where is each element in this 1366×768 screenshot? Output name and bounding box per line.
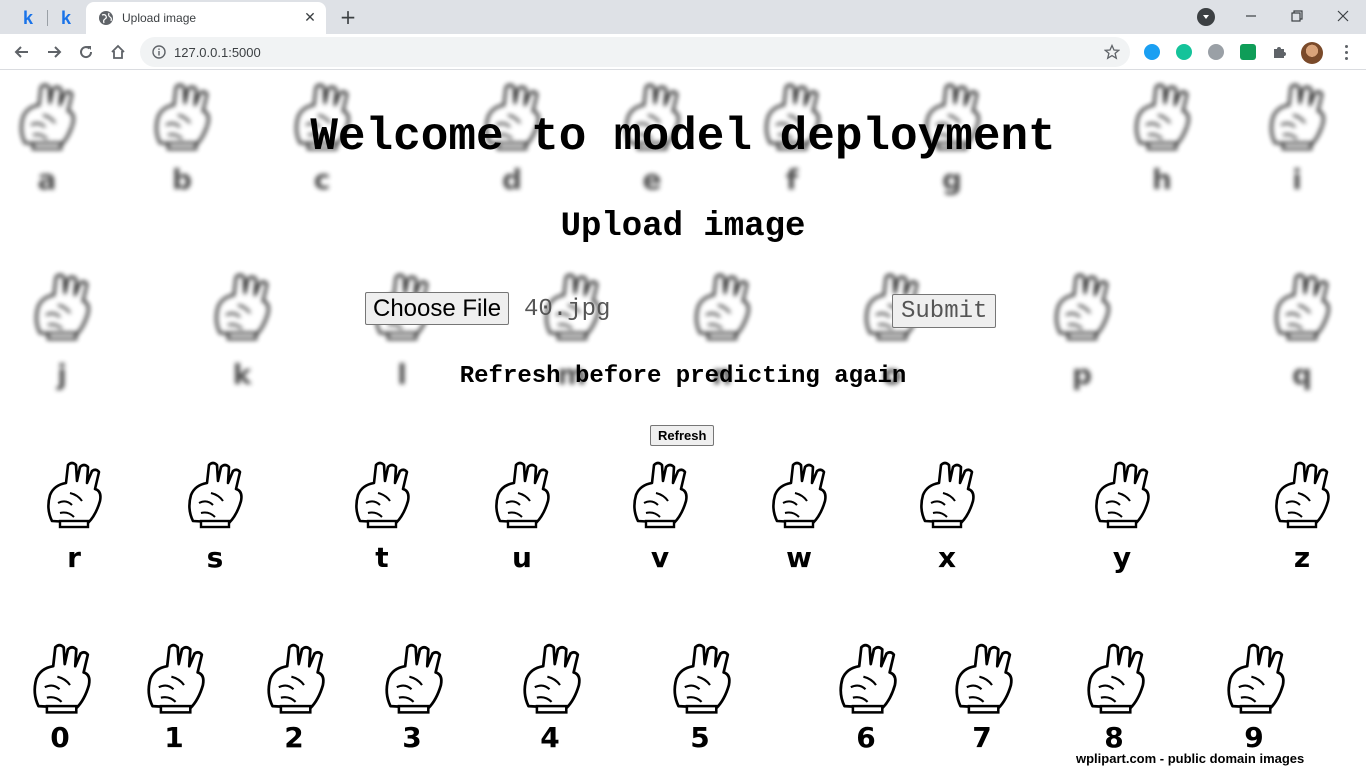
hand-sign-t-icon	[355, 461, 410, 529]
pinned-tab[interactable]: k	[10, 4, 46, 32]
hand-sign-y-icon	[1095, 461, 1150, 529]
hand-sign-label: h	[1152, 163, 1172, 196]
restore-button[interactable]	[1274, 0, 1320, 32]
avatar[interactable]	[1301, 42, 1323, 64]
hand-sign-label: e	[642, 163, 662, 196]
hand-sign-3-icon	[385, 643, 443, 714]
hand-sign-label: 9	[1244, 721, 1264, 754]
hand-sign-label: v	[650, 541, 670, 574]
hand-sign-label: b	[171, 163, 193, 196]
hand-sign-w-icon	[772, 461, 827, 529]
hand-sign-1-icon	[147, 643, 205, 714]
hand-sign-label: 8	[1104, 721, 1124, 754]
tab-search-icon[interactable]	[1197, 8, 1215, 26]
choose-file-button[interactable]: Choose File	[365, 292, 510, 325]
hand-sign-v-icon	[633, 461, 688, 529]
tab-bar: k k Upload image ✕ +	[0, 0, 1366, 34]
hand-sign-label: d	[501, 163, 523, 196]
globe-icon	[99, 11, 113, 25]
hand-sign-7-icon	[955, 643, 1013, 714]
hand-sign-label: s	[206, 541, 224, 574]
hand-sign-label: r	[67, 541, 81, 574]
hand-sign-p-icon	[1055, 273, 1110, 341]
hand-sign-label: c	[313, 163, 331, 196]
extension-icon[interactable]	[1240, 44, 1256, 60]
hand-sign-label: u	[512, 541, 532, 574]
submit-button[interactable]: Submit	[892, 294, 997, 328]
hand-sign-j-icon	[35, 273, 90, 341]
menu-dots-icon[interactable]	[1336, 42, 1356, 62]
arrow-left-icon	[14, 46, 28, 58]
refresh-button[interactable]: Refresh	[650, 425, 715, 446]
hand-sign-label: 5	[690, 721, 710, 754]
hand-sign-0-icon	[33, 643, 91, 714]
back-button[interactable]	[8, 38, 36, 66]
active-tab[interactable]: Upload image ✕	[86, 2, 326, 34]
extension-icon[interactable]	[1208, 44, 1224, 60]
hand-sign-n-icon	[695, 273, 750, 341]
hand-sign-q-icon	[1275, 273, 1330, 341]
hand-sign-label: a	[37, 163, 57, 196]
reload-icon	[80, 46, 93, 59]
url-text: 127.0.0.1:5000	[174, 44, 261, 60]
hand-sign-s-icon	[188, 461, 243, 529]
hand-sign-label: 0	[50, 721, 70, 754]
hand-sign-u-icon	[495, 461, 550, 529]
hand-sign-2-icon	[267, 643, 325, 714]
new-tab-button[interactable]: +	[336, 5, 360, 29]
hand-sign-label: x	[937, 541, 957, 574]
browser-toolbar: 127.0.0.1:5000	[0, 34, 1366, 70]
hand-sign-label: i	[1292, 163, 1302, 196]
tab-title: Upload image	[122, 11, 197, 25]
reload-button[interactable]	[72, 38, 100, 66]
hand-sign-x-icon	[920, 461, 975, 529]
puzzle-icon[interactable]	[1272, 44, 1288, 60]
hand-sign-label: 1	[164, 721, 184, 754]
arrow-right-icon	[48, 46, 62, 58]
hand-sign-label: g	[941, 163, 963, 196]
page-content: 9876543210zyxwvutsrqponmlkjihgfedcba Wel…	[0, 71, 1366, 768]
minimize-button[interactable]	[1228, 0, 1274, 32]
page-title: Welcome to model deployment	[310, 111, 1056, 163]
hand-sign-label: 4	[540, 721, 560, 754]
home-icon	[111, 44, 125, 59]
hand-sign-label: f	[785, 163, 799, 196]
hand-sign-label: 2	[284, 721, 304, 754]
hand-sign-label: 7	[972, 721, 992, 754]
address-bar[interactable]: 127.0.0.1:5000	[140, 37, 1130, 67]
close-tab-icon[interactable]: ✕	[300, 8, 320, 28]
hand-sign-label: t	[375, 541, 389, 574]
close-window-button[interactable]	[1320, 0, 1366, 32]
forward-button[interactable]	[40, 38, 68, 66]
image-credit: wplipart.com - public domain images	[1076, 751, 1305, 766]
hand-sign-9-icon	[1227, 643, 1285, 714]
hand-sign-label: 6	[856, 721, 876, 754]
hand-sign-8-icon	[1087, 643, 1145, 714]
hand-sign-z-icon	[1275, 461, 1330, 529]
hand-sign-label: 3	[402, 721, 422, 754]
hand-sign-4-icon	[523, 643, 581, 714]
hand-sign-k-icon	[215, 273, 270, 341]
grammarly-icon[interactable]	[1176, 44, 1192, 60]
upload-heading: Upload image	[560, 208, 806, 246]
hand-sign-5-icon	[673, 643, 731, 714]
hand-sign-label: z	[1293, 541, 1311, 574]
info-icon[interactable]	[152, 45, 166, 59]
pinned-tab[interactable]: k	[48, 4, 84, 32]
selected-file-name: 40.jpg	[524, 296, 611, 323]
hand-sign-6-icon	[839, 643, 897, 714]
home-button[interactable]	[104, 38, 132, 66]
extension-icon[interactable]	[1144, 44, 1160, 60]
hand-sign-r-icon	[47, 461, 102, 529]
hand-sign-label: w	[786, 541, 812, 574]
refresh-instruction: Refresh before predicting again	[459, 363, 907, 390]
bookmark-star-icon[interactable]	[1104, 44, 1120, 60]
hand-sign-label: y	[1112, 541, 1132, 574]
